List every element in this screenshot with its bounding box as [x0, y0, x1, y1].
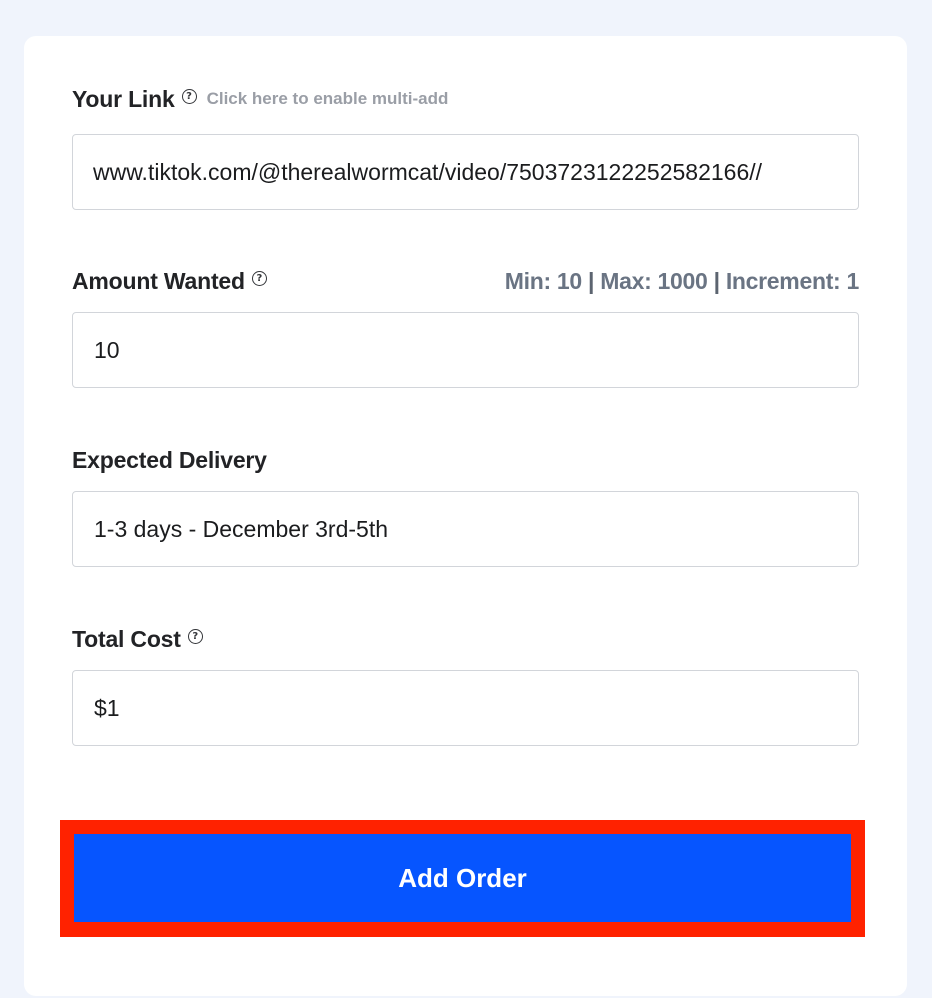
amount-input-value: 10 [94, 336, 120, 363]
add-order-button[interactable]: Add Order [74, 834, 851, 922]
amount-max: Max: 1000 [600, 267, 708, 294]
delivery-label: Expected Delivery [72, 446, 267, 473]
question-circle-icon[interactable]: ? [187, 628, 203, 644]
link-input[interactable]: //www.tiktok.com/@therealwormcat/video/7… [72, 134, 859, 210]
amount-label: Amount Wanted [72, 267, 245, 294]
amount-min: Min: 10 [504, 267, 582, 294]
total-label-row: Total Cost ? [72, 624, 859, 654]
link-label-row: Your Link ? Click here to enable multi-a… [72, 84, 859, 114]
link-field: Your Link ? Click here to enable multi-a… [72, 84, 859, 210]
amount-input[interactable]: 10 [72, 312, 859, 388]
total-input-value: $1 [94, 694, 120, 721]
delivery-input-value: 1-3 days - December 3rd-5th [94, 515, 389, 542]
amount-increment: Increment: 1 [725, 267, 859, 294]
order-form-card: Your Link ? Click here to enable multi-a… [24, 36, 907, 996]
link-label: Your Link [72, 85, 175, 112]
delivery-input: 1-3 days - December 3rd-5th [72, 491, 859, 567]
link-input-value: //www.tiktok.com/@therealwormcat/video/7… [93, 158, 763, 185]
limits-separator: | [713, 267, 720, 294]
amount-field: Amount Wanted ? Min: 10 | Max: 1000 | In… [72, 266, 859, 388]
question-circle-icon[interactable]: ? [251, 270, 267, 286]
total-input: $1 [72, 670, 859, 746]
question-circle-icon[interactable]: ? [181, 88, 197, 104]
enable-multi-add-link[interactable]: Click here to enable multi-add [207, 89, 449, 109]
delivery-field: Expected Delivery 1-3 days - December 3r… [72, 445, 859, 567]
delivery-label-row: Expected Delivery [72, 445, 859, 475]
amount-limits: Min: 10 | Max: 1000 | Increment: 1 [504, 267, 860, 295]
limits-separator: | [588, 267, 595, 294]
amount-label-row: Amount Wanted ? Min: 10 | Max: 1000 | In… [72, 266, 859, 296]
total-label: Total Cost [72, 625, 181, 652]
total-field: Total Cost ? $1 [72, 624, 859, 746]
